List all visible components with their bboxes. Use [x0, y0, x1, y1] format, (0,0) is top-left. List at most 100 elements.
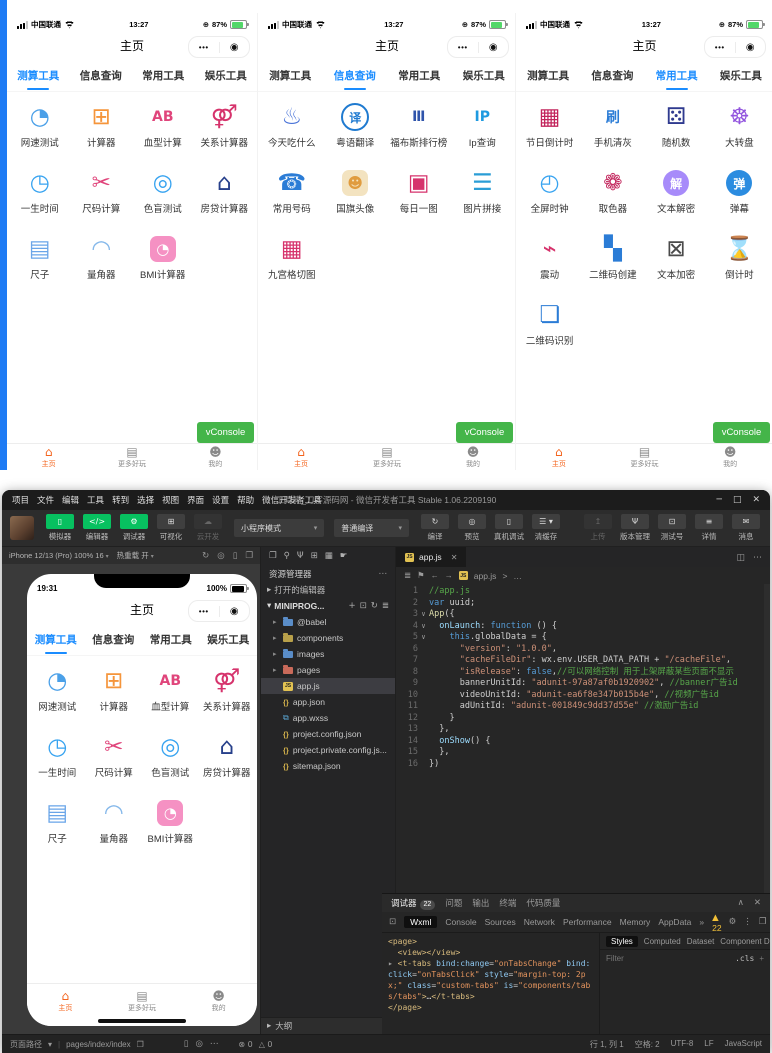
menu-项目[interactable]: 项目 — [12, 494, 29, 506]
tool-item[interactable]: ⚄随机数 — [645, 97, 708, 163]
tab-4[interactable]: 娱乐工具 — [709, 60, 772, 91]
tabbar-profile[interactable]: ☻我的 — [180, 984, 257, 1018]
cls-toggle[interactable]: .cls — [735, 954, 754, 963]
menu-转到[interactable]: 转到 — [112, 494, 129, 506]
tool-item[interactable]: ◔网速测试 — [29, 661, 86, 727]
tab-2[interactable]: 信息查询 — [323, 60, 388, 91]
page-path-value[interactable]: pages/index/index — [66, 1040, 131, 1049]
tool-item[interactable]: 解文本解密 — [645, 163, 708, 229]
close-button[interactable]: ✕ — [752, 495, 760, 505]
status-item-2[interactable]: UTF-8 — [671, 1039, 694, 1050]
menu-dots-icon[interactable]: ••• — [189, 607, 219, 616]
tool-item[interactable]: ◔BMI计算器 — [132, 229, 194, 295]
capsule-menu[interactable]: •••◉ — [704, 36, 766, 58]
filter-input[interactable]: Filter — [606, 954, 624, 963]
menu-界面[interactable]: 界面 — [187, 494, 204, 506]
tool-item[interactable]: ❏二维码识别 — [518, 295, 581, 361]
collapse-icon[interactable]: ∧ — [738, 898, 744, 908]
inspect-element-icon[interactable]: ⊡ — [389, 917, 396, 927]
devtools-tab-Memory[interactable]: Memory — [620, 917, 651, 927]
tabbar-more-fun[interactable]: ▤更多好玩 — [90, 444, 173, 470]
status-item-3[interactable]: LF — [704, 1039, 713, 1050]
tool-item[interactable]: ⊞计算器 — [71, 97, 133, 163]
tool-item[interactable]: ❁取色器 — [581, 163, 644, 229]
status-item-0[interactable]: 行 1, 列 1 — [590, 1039, 624, 1050]
toggle-模拟器[interactable]: ▯模拟器 — [44, 514, 76, 542]
tabbar-profile[interactable]: ☻我的 — [430, 444, 516, 470]
tabbar-home[interactable]: ⌂主页 — [27, 984, 104, 1018]
tabbar-profile[interactable]: ☻我的 — [687, 444, 772, 470]
outline-icon[interactable]: ≣ — [404, 570, 411, 581]
vconsole-button[interactable]: vConsole — [197, 422, 254, 443]
outline-section[interactable]: ▸ 大纲 — [261, 1017, 395, 1034]
tree-item[interactable]: ▸@babel — [261, 614, 395, 630]
hot-reload-toggle[interactable]: 热重载 开▾ — [117, 550, 154, 561]
tool-item[interactable]: ♨今天吃什么 — [260, 97, 324, 163]
capsule-target-icon[interactable]: ◉ — [479, 42, 509, 53]
tab-1[interactable]: 测算工具 — [7, 60, 70, 91]
tabbar-more-fun[interactable]: ▤更多好玩 — [602, 444, 688, 470]
menu-帮助[interactable]: 帮助 — [237, 494, 254, 506]
tool-item[interactable]: ◴全屏时钟 — [518, 163, 581, 229]
compile-select[interactable]: 普通编译 ▾ — [334, 519, 409, 537]
project-icon-2[interactable]: ↻ — [371, 601, 378, 611]
bookmark-icon[interactable]: ⚑ — [417, 570, 425, 581]
devtools-tab-»[interactable]: » — [699, 917, 704, 927]
tabbar-home[interactable]: ⌂主页 — [516, 444, 602, 470]
action-消息[interactable]: ✉消息 — [730, 514, 762, 542]
tab-2[interactable]: 信息查询 — [85, 624, 143, 655]
action-上传[interactable]: ↥上传 — [582, 514, 614, 542]
tool-item[interactable]: ✂尺码计算 — [86, 727, 143, 793]
tab-4[interactable]: 娱乐工具 — [195, 60, 258, 91]
tool-item[interactable]: 弹弹幕 — [708, 163, 771, 229]
tab-1[interactable]: 测算工具 — [516, 60, 580, 91]
tab-1[interactable]: 测算工具 — [258, 60, 323, 91]
tool-item[interactable]: IPIp查询 — [451, 97, 515, 163]
tool-item[interactable]: ⚤关系计算器 — [199, 661, 256, 727]
tool-item[interactable]: ◎色盲测试 — [132, 163, 194, 229]
split-editor-icon[interactable]: ◫ — [736, 552, 745, 563]
maximize-button[interactable]: □ — [733, 495, 742, 505]
open-editors-section[interactable]: ▸ 打开的编辑器 — [261, 582, 395, 598]
problems-summary[interactable]: ⊗ 0△ 0 — [238, 1040, 272, 1049]
action-清缓存[interactable]: ☰ ▾清缓存 — [530, 514, 562, 542]
statusbar-icon-2[interactable]: ⋯ — [210, 1039, 219, 1049]
tool-item[interactable]: ▚二维码创建 — [581, 229, 644, 295]
vconsole-button[interactable]: vConsole — [456, 422, 513, 443]
styles-tab-Component Data[interactable]: Component Data — [720, 937, 770, 946]
tabbar-more-fun[interactable]: ▤更多好玩 — [104, 984, 181, 1018]
wxml-tree[interactable]: <page> <view></view>▸ <t-tabs bind:chang… — [382, 933, 599, 1034]
tab-4[interactable]: 娱乐工具 — [200, 624, 258, 655]
devtools-tab-Wxml[interactable]: Wxml — [404, 916, 437, 928]
copy-icon[interactable]: ❐ — [137, 1040, 144, 1049]
project-section[interactable]: ▾ MINIPROG... +⊡↻≣ — [261, 598, 395, 614]
breadcrumb-file[interactable]: app.js — [474, 571, 497, 581]
tabbar-profile[interactable]: ☻我的 — [174, 444, 257, 470]
tree-item[interactable]: JSapp.js — [261, 678, 395, 694]
toggle-可视化[interactable]: ⊞可视化 — [155, 514, 187, 542]
tool-item[interactable]: ⊞计算器 — [86, 661, 143, 727]
more-icon[interactable]: ⋯ — [753, 552, 762, 563]
tree-item[interactable]: {}project.config.json — [261, 726, 395, 742]
tab-1[interactable]: 测算工具 — [27, 624, 85, 655]
settings-icon[interactable]: ⚙ — [729, 917, 737, 927]
styles-tab-Styles[interactable]: Styles — [606, 936, 638, 947]
tool-item[interactable]: ◠量角器 — [86, 793, 143, 859]
tool-item[interactable]: ▤尺子 — [9, 229, 71, 295]
tabbar-home[interactable]: ⌂主页 — [7, 444, 90, 470]
tab-2[interactable]: 信息查询 — [580, 60, 644, 91]
debug-tab-调试器[interactable]: 调试器22 — [391, 897, 435, 910]
styles-tab-Dataset[interactable]: Dataset — [687, 937, 715, 946]
tool-item[interactable]: ☻国旗头像 — [324, 163, 388, 229]
styles-tab-Computed[interactable]: Computed — [644, 937, 681, 946]
tool-item[interactable]: ◎色盲测试 — [142, 727, 199, 793]
tree-item[interactable]: {}app.json — [261, 694, 395, 710]
tab-3[interactable]: 常用工具 — [645, 60, 709, 91]
device-icon[interactable]: ▯ — [233, 551, 238, 561]
capsule-menu[interactable]: •••◉ — [447, 36, 509, 58]
action-真机调试[interactable]: ▯真机调试 — [493, 514, 525, 542]
tab-2[interactable]: 信息查询 — [70, 60, 133, 91]
tree-item[interactable]: {}project.private.config.js... — [261, 742, 395, 758]
menu-编辑[interactable]: 编辑 — [62, 494, 79, 506]
tool-item[interactable]: 刷手机清灰 — [581, 97, 644, 163]
